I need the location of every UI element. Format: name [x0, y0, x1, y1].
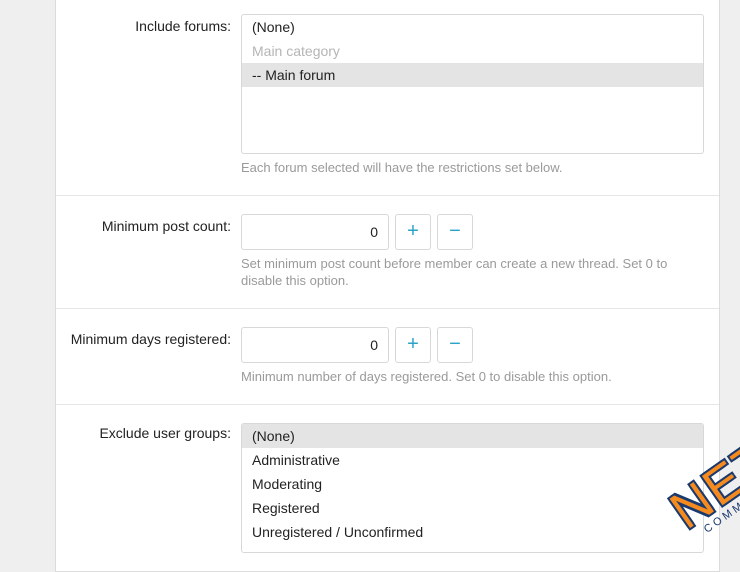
include-forums-option[interactable]: -- Main forum — [242, 63, 703, 87]
exclude-group-option[interactable]: Registered — [242, 496, 703, 520]
exclude-group-option[interactable]: Administrative — [242, 448, 703, 472]
include-forums-option: Main category — [242, 39, 703, 63]
label-min-days-registered: Minimum days registered: — [56, 327, 241, 347]
min-days-registered-input[interactable] — [241, 327, 389, 363]
divider — [56, 195, 719, 196]
exclude-user-groups-listbox[interactable]: (None)AdministrativeModeratingRegistered… — [241, 423, 704, 553]
row-include-forums: Include forums: (None)Main category-- Ma… — [56, 14, 719, 189]
min-days-registered-minus-button[interactable]: − — [437, 327, 473, 363]
label-min-post-count: Minimum post count: — [56, 214, 241, 234]
min-days-registered-plus-button[interactable]: + — [395, 327, 431, 363]
row-exclude-user-groups: Exclude user groups: (None)Administrativ… — [56, 423, 719, 565]
row-min-days-registered: Minimum days registered: + − Minimum num… — [56, 327, 719, 398]
exclude-group-option[interactable]: Unregistered / Unconfirmed — [242, 520, 703, 544]
min-post-count-minus-button[interactable]: − — [437, 214, 473, 250]
min-days-registered-stepper: + − — [241, 327, 704, 363]
min-post-count-plus-button[interactable]: + — [395, 214, 431, 250]
label-exclude-user-groups: Exclude user groups: — [56, 423, 241, 441]
row-min-post-count: Minimum post count: + − Set minimum post… — [56, 214, 719, 302]
include-forums-hint: Each forum selected will have the restri… — [241, 160, 704, 177]
settings-panel: Include forums: (None)Main category-- Ma… — [55, 0, 720, 572]
exclude-group-option[interactable]: (None) — [242, 424, 703, 448]
min-post-count-hint: Set minimum post count before member can… — [241, 256, 704, 290]
divider — [56, 404, 719, 405]
label-include-forums: Include forums: — [56, 14, 241, 34]
include-forums-listbox[interactable]: (None)Main category-- Main forum — [241, 14, 704, 154]
exclude-group-option[interactable]: Moderating — [242, 472, 703, 496]
min-days-registered-hint: Minimum number of days registered. Set 0… — [241, 369, 704, 386]
min-post-count-stepper: + − — [241, 214, 704, 250]
min-post-count-input[interactable] — [241, 214, 389, 250]
include-forums-option[interactable]: (None) — [242, 15, 703, 39]
divider — [56, 308, 719, 309]
